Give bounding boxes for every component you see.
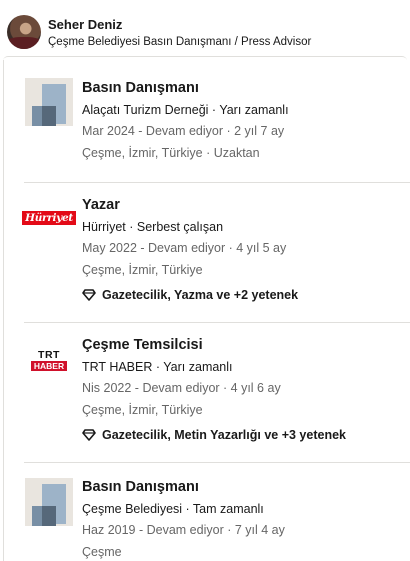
location: Çeşme, İzmir, Türkiye: [82, 403, 203, 417]
divider: [24, 322, 410, 323]
trt-haber-logo[interactable]: TRT HABER: [25, 336, 73, 384]
company-line: Hürriyet · Serbest çalışan: [82, 220, 224, 234]
profile-name[interactable]: Seher Deniz: [48, 17, 122, 32]
date-range: Mar 2024 - Devam ediyor · 2 yıl 7 ay: [82, 124, 285, 138]
company-logo-placeholder[interactable]: [25, 78, 73, 126]
hurriyet-logo-text: Hürriyet: [22, 211, 76, 225]
position-title[interactable]: Basın Danışmanı: [82, 479, 199, 495]
company-line: Çeşme Belediyesi · Tam zamanlı: [82, 502, 264, 516]
location: Çeşme, İzmir, Türkiye: [82, 263, 203, 277]
position-title[interactable]: Çeşme Temsilcisi: [82, 337, 203, 353]
location: Çeşme, İzmir, Türkiye · Uzaktan: [82, 146, 260, 160]
company-line: TRT HABER · Yarı zamanlı: [82, 360, 233, 374]
date-range: May 2022 - Devam ediyor · 4 yıl 5 ay: [82, 241, 287, 255]
skills-link[interactable]: Gazetecilik, Metin Yazarlığı ve +3 yeten…: [82, 428, 346, 442]
date-range: Haz 2019 - Devam ediyor · 7 yıl 4 ay: [82, 523, 285, 537]
diamond-icon: [82, 429, 96, 441]
sticky-profile-header: Seher Deniz Çeşme Belediyesi Basın Danış…: [0, 0, 410, 52]
haber-logo-text: HABER: [30, 360, 68, 371]
skills-text: Gazetecilik, Metin Yazarlığı ve +3 yeten…: [102, 428, 346, 442]
trt-logo-text: TRT: [38, 348, 60, 361]
company-logo-placeholder[interactable]: [25, 478, 73, 526]
diamond-icon: [82, 289, 96, 301]
profile-headline: Çeşme Belediyesi Basın Danışmanı / Press…: [48, 36, 312, 48]
position-title[interactable]: Yazar: [82, 197, 120, 213]
hurriyet-logo[interactable]: Hürriyet: [22, 194, 76, 242]
position-title[interactable]: Basın Danışmanı: [82, 80, 199, 96]
skills-text: Gazetecilik, Yazma ve +2 yetenek: [102, 288, 299, 302]
divider: [24, 462, 410, 463]
avatar[interactable]: [7, 15, 41, 49]
skills-link[interactable]: Gazetecilik, Yazma ve +2 yetenek: [82, 288, 298, 302]
date-range: Nis 2022 - Devam ediyor · 4 yıl 6 ay: [82, 381, 281, 395]
company-line: Alaçatı Turizm Derneği · Yarı zamanlı: [82, 103, 289, 117]
experience-card: Basın Danışmanı Alaçatı Turizm Derneği ·…: [3, 60, 410, 561]
divider: [24, 182, 410, 183]
location: Çeşme: [82, 545, 122, 559]
